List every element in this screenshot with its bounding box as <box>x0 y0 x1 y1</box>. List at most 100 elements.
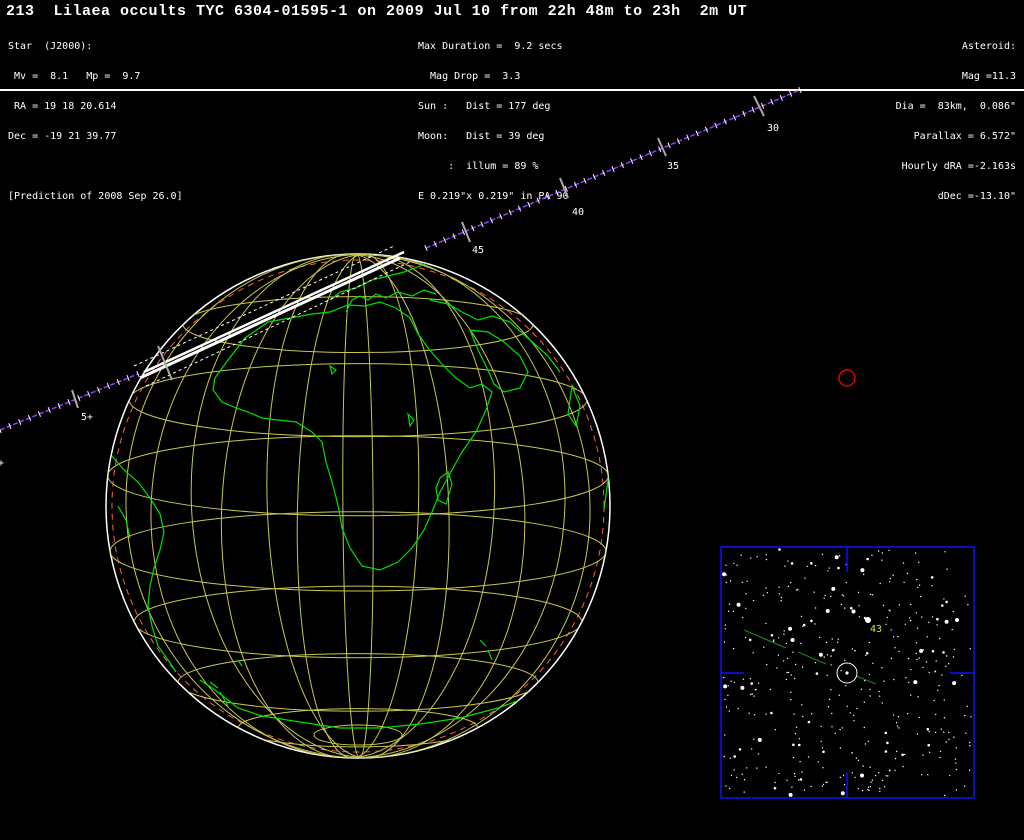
edge-marker: + <box>0 458 4 469</box>
background-star <box>725 785 727 787</box>
background-star <box>757 753 760 755</box>
background-star <box>902 562 905 564</box>
background-star <box>879 695 881 697</box>
background-star <box>926 636 928 638</box>
background-star <box>945 741 947 743</box>
background-star <box>741 581 744 583</box>
background-star <box>799 760 801 763</box>
background-star <box>944 551 946 553</box>
background-star <box>730 680 732 682</box>
background-star <box>838 694 840 696</box>
background-star <box>928 671 930 674</box>
background-star <box>868 641 870 644</box>
background-star <box>970 716 972 718</box>
background-star <box>810 562 813 565</box>
background-star <box>765 713 767 715</box>
background-star <box>776 667 778 669</box>
background-star <box>936 617 939 621</box>
background-star <box>814 661 817 664</box>
background-star <box>787 560 789 562</box>
background-star <box>803 789 806 791</box>
background-star <box>770 711 773 715</box>
tick-label-5: 5+ <box>81 412 93 423</box>
background-star <box>778 586 780 588</box>
background-star <box>845 581 847 584</box>
background-star <box>827 570 829 572</box>
background-star <box>952 681 957 686</box>
background-star <box>955 768 958 771</box>
background-star <box>906 713 909 715</box>
background-star <box>790 691 792 693</box>
background-star <box>943 699 945 701</box>
background-star <box>884 731 888 735</box>
background-star <box>798 743 801 747</box>
background-star <box>849 712 851 714</box>
sun-position-marker <box>838 369 856 387</box>
background-star <box>858 605 860 607</box>
background-star <box>786 657 789 660</box>
background-star <box>725 581 727 584</box>
background-star <box>969 741 971 744</box>
background-star <box>889 770 891 772</box>
background-star <box>817 761 819 763</box>
background-star <box>952 610 954 613</box>
background-star <box>869 766 871 768</box>
background-star <box>862 765 864 767</box>
background-star <box>944 619 949 624</box>
background-star <box>814 607 817 609</box>
background-star <box>814 623 816 625</box>
background-star <box>787 671 790 674</box>
background-star <box>939 637 941 640</box>
background-star <box>864 743 867 745</box>
background-star <box>733 681 735 683</box>
background-star <box>728 787 731 790</box>
background-star <box>765 587 767 589</box>
background-star <box>838 555 841 557</box>
minor-tick <box>798 87 802 93</box>
background-star <box>881 702 883 704</box>
background-star <box>792 651 794 653</box>
background-star <box>890 657 893 659</box>
background-star <box>749 678 752 680</box>
background-star <box>918 716 920 719</box>
background-star <box>769 688 772 691</box>
background-star <box>818 652 823 657</box>
background-star <box>955 762 957 764</box>
background-star <box>964 595 966 597</box>
background-star <box>877 550 880 552</box>
background-star <box>844 607 846 609</box>
background-star <box>745 593 747 595</box>
background-star <box>801 666 804 668</box>
background-star <box>795 726 798 728</box>
background-star <box>774 729 777 731</box>
background-star <box>887 775 889 777</box>
background-star <box>865 652 869 655</box>
background-star <box>840 669 842 672</box>
inset-star-label: 43 <box>870 624 882 635</box>
background-star <box>851 609 856 614</box>
background-star <box>851 648 854 650</box>
background-star <box>793 677 796 680</box>
target-star <box>845 671 849 675</box>
background-star <box>955 618 959 622</box>
background-star <box>840 603 843 606</box>
background-star <box>793 713 795 715</box>
background-star <box>794 775 796 778</box>
background-star <box>863 573 865 576</box>
background-star <box>725 564 727 566</box>
background-star <box>916 733 919 735</box>
background-star <box>830 595 832 598</box>
background-star <box>851 752 853 754</box>
background-star <box>850 606 853 610</box>
background-star <box>785 642 787 645</box>
background-star <box>840 791 845 796</box>
background-star <box>869 593 872 595</box>
background-star <box>782 660 785 662</box>
background-star <box>722 572 727 577</box>
background-star <box>857 759 860 762</box>
background-star <box>765 554 767 556</box>
minor-tick <box>545 193 550 200</box>
background-star <box>841 727 843 729</box>
background-star <box>822 750 825 754</box>
background-star <box>790 638 795 642</box>
